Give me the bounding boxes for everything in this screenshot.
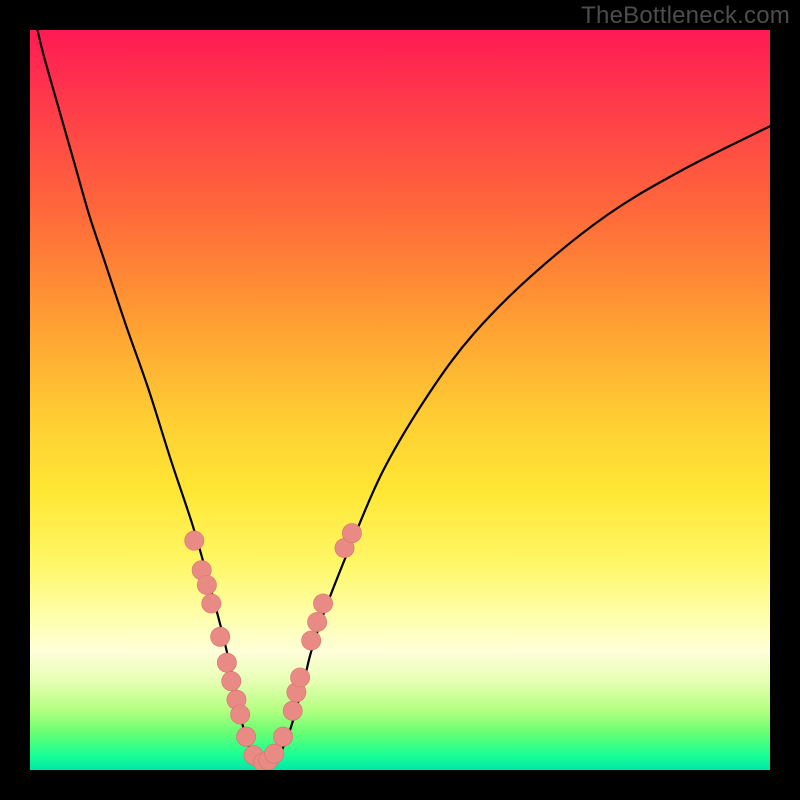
curve-markers (185, 524, 362, 770)
curve-marker (227, 690, 246, 709)
watermark-text: TheBottleneck.com (581, 2, 790, 30)
curve-marker (290, 668, 309, 687)
curve-marker (308, 612, 327, 631)
plot-area (30, 30, 770, 770)
curve-marker (287, 683, 306, 702)
curve-marker (222, 672, 241, 691)
chart-svg (30, 30, 770, 770)
curve-marker (273, 727, 292, 746)
bottleneck-curve (37, 30, 770, 767)
chart-frame: TheBottleneck.com (0, 0, 800, 800)
curve-marker (236, 727, 255, 746)
curve-marker (231, 705, 250, 724)
curve-marker (313, 594, 332, 613)
curve-marker (202, 594, 221, 613)
curve-marker (259, 751, 278, 770)
curve-marker (283, 701, 302, 720)
curve-marker (244, 746, 263, 765)
curve-marker (217, 653, 236, 672)
curve-marker (185, 531, 204, 550)
curve-marker (192, 561, 211, 580)
curve-marker (342, 524, 361, 543)
curve-marker (302, 631, 321, 650)
curve-marker (211, 627, 230, 646)
curve-marker (197, 575, 216, 594)
curve-marker (253, 753, 272, 770)
curve-marker (265, 744, 284, 763)
curve-marker (335, 538, 354, 557)
